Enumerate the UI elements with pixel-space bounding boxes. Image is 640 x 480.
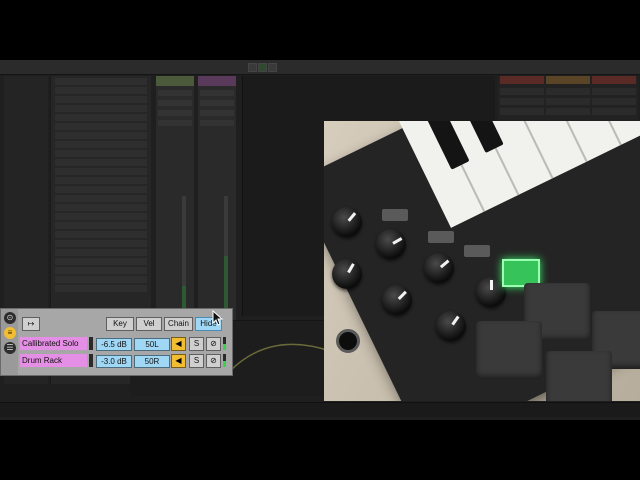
knob-3 xyxy=(332,259,362,289)
octave-button xyxy=(382,209,408,221)
play-icon[interactable] xyxy=(258,63,267,72)
status-bar xyxy=(0,402,640,417)
mouse-cursor-icon xyxy=(212,310,224,326)
sustain-jack xyxy=(336,329,360,353)
speaker-icon[interactable]: ◀ xyxy=(171,337,186,351)
session-track-2 xyxy=(198,76,236,336)
knob-4 xyxy=(424,253,454,283)
sends-toggle-icon[interactable]: ≡ xyxy=(4,327,16,339)
level-meter-2 xyxy=(223,354,226,367)
level-meter-1 xyxy=(223,337,226,350)
track-grip-1[interactable] xyxy=(89,337,93,350)
transport-controls xyxy=(248,63,308,72)
track-name-callibrated-solo[interactable]: Callibrated Solo xyxy=(20,337,87,350)
mixer-toggle-icon[interactable]: ☰ xyxy=(4,342,16,354)
stop-icon[interactable] xyxy=(248,63,257,72)
drum-pad-3 xyxy=(476,321,542,379)
key-button[interactable]: Key xyxy=(106,317,134,331)
pan-field-1[interactable]: 50L xyxy=(134,338,170,351)
arrow-toggle-icon: ↦ xyxy=(27,319,35,328)
solo-button-2[interactable]: S xyxy=(189,354,204,368)
keyboard-photo xyxy=(324,121,640,401)
volume-field-2[interactable]: -3.0 dB xyxy=(96,355,132,368)
track-grip-2[interactable] xyxy=(89,354,93,367)
chain-button[interactable]: Chain xyxy=(164,317,193,331)
track-name-drum-rack[interactable]: Drum Rack xyxy=(20,354,87,367)
top-toolbar xyxy=(0,60,640,75)
panel-side-controls: ⊙ ≡ ☰ xyxy=(1,309,18,375)
knob-1 xyxy=(332,207,362,237)
volume-field-1[interactable]: -6.5 dB xyxy=(96,338,132,351)
vel-button[interactable]: Vel xyxy=(136,317,162,331)
solo-button-1[interactable]: S xyxy=(189,337,204,351)
record-icon[interactable] xyxy=(268,63,277,72)
knob-7 xyxy=(436,311,466,341)
note-repeat-button xyxy=(464,245,490,257)
chain-select-toggle-button[interactable]: ↦ xyxy=(22,317,40,331)
speaker-icon[interactable]: ◀ xyxy=(171,354,186,368)
session-track-1 xyxy=(156,76,194,336)
pad-bank-button xyxy=(428,231,454,243)
knob-5 xyxy=(382,285,412,315)
pan-field-2[interactable]: 50R xyxy=(134,355,170,368)
knob-2 xyxy=(376,229,406,259)
arm-icon[interactable]: ⊘ xyxy=(206,337,221,351)
arm-icon[interactable]: ⊘ xyxy=(206,354,221,368)
io-toggle-icon[interactable]: ⊙ xyxy=(4,312,16,324)
drum-pad-4 xyxy=(546,351,612,401)
track-panel: ⊙ ≡ ☰ ↦ Key Vel Chain Hide Callibrated S… xyxy=(0,308,233,376)
